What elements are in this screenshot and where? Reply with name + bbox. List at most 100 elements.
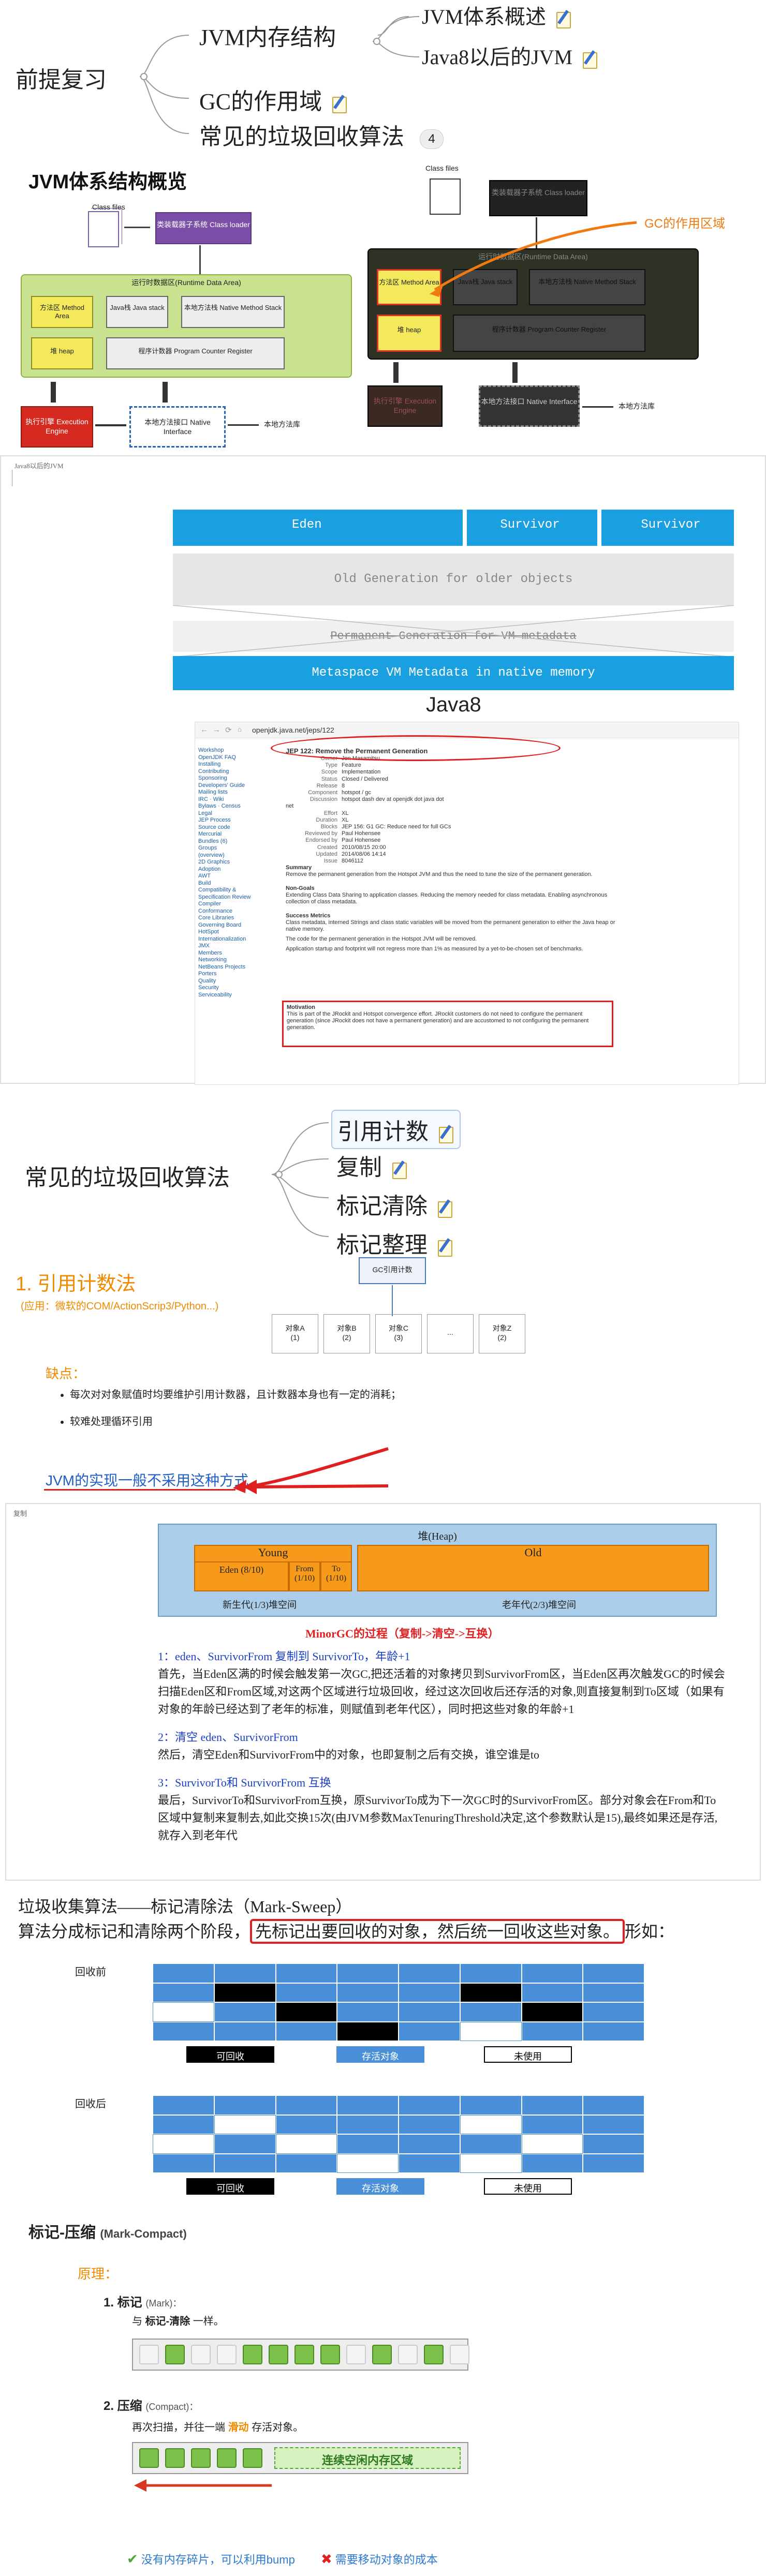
meta-row: Status Closed / Delivered: [321, 776, 388, 782]
sidebar-link[interactable]: Governing Board: [198, 922, 255, 929]
mindmap2-item-mark-compact[interactable]: 标记整理: [336, 1226, 453, 1259]
memory-block: [294, 2345, 314, 2364]
memory-cell: [521, 1963, 583, 1983]
forward-icon[interactable]: →: [213, 725, 220, 734]
sidebar-link[interactable]: Compatibility & Specification Review: [198, 887, 255, 901]
sidebar-link[interactable]: Compiler: [198, 901, 255, 908]
sidebar-link[interactable]: Groups: [198, 845, 255, 852]
object-ellipsis: ...: [427, 1314, 474, 1353]
jvm-overview-title: JVM体系结构概览: [28, 171, 187, 193]
sidebar-link[interactable]: Mailing lists: [198, 789, 255, 796]
step2-heading: 2. 压缩 (Compact)：: [104, 2399, 199, 2413]
runtime-data-area-label: 运行时数据区(Runtime Data Area): [131, 278, 241, 287]
mindmap2-item-refcount[interactable]: 引用计数: [331, 1110, 461, 1149]
young-caption: 新生代(1/3)堆空间: [223, 1600, 297, 1610]
memory-block: [372, 2345, 392, 2364]
count-badge[interactable]: 4: [420, 129, 444, 149]
sidebar-link[interactable]: Workshop: [198, 747, 255, 754]
memory-cell: [214, 2153, 276, 2173]
memory-cell: [460, 2115, 522, 2134]
memory-cell: [214, 2115, 276, 2134]
sidebar-link[interactable]: Installing: [198, 761, 255, 768]
mark-sweep-highlight: 先标记出要回收的对象，然后统一回收这些对象。: [250, 1919, 625, 1944]
arrow-left: [582, 406, 613, 408]
sidebar-link[interactable]: Core Libraries: [198, 915, 255, 922]
sidebar-link[interactable]: Contributing: [198, 768, 255, 776]
home-icon[interactable]: ⌂: [238, 725, 242, 733]
memory-cell: [521, 1983, 583, 2002]
sidebar-link[interactable]: (overview): [198, 852, 255, 859]
mindmap-branch-gc-algorithms[interactable]: 常见的垃圾回收算法 4: [199, 118, 444, 151]
reload-icon[interactable]: ⟳: [225, 725, 232, 735]
arrow-right: [124, 227, 150, 228]
memory-cell: [583, 2021, 644, 2041]
mindmap-branch-jvm-memory[interactable]: JVM内存结构: [199, 19, 336, 52]
native-stack-box: 本地方法栈 Native Method Stack: [181, 296, 285, 328]
mark-bar: [132, 2339, 469, 2371]
memory-block: [346, 2345, 366, 2364]
sidebar-link[interactable]: OpenJDK FAQ: [198, 754, 255, 762]
memory-cell: [460, 2021, 522, 2041]
sidebar-link[interactable]: Adoption: [198, 866, 255, 873]
sidebar-link[interactable]: Sponsoring: [198, 775, 255, 782]
sidebar-link[interactable]: Members: [198, 950, 255, 957]
refcount-subtitle: (应用：微软的COM/ActionScrip3/Python...): [21, 1301, 219, 1312]
mindmap-branch-gc-scope[interactable]: GC的作用域: [199, 83, 348, 116]
memory-cell: [275, 2002, 337, 2022]
before-label: 回收前: [75, 1967, 106, 1978]
heap-title: 堆(Heap): [418, 1531, 457, 1542]
sidebar-link[interactable]: AWT: [198, 873, 255, 880]
execution-engine-box: 执行引擎 Execution Engine: [21, 406, 93, 448]
sidebar-link[interactable]: Porters: [198, 971, 255, 978]
sidebar-link[interactable]: JEP Process: [198, 817, 255, 824]
sidebar-link[interactable]: HotSpot: [198, 929, 255, 936]
survivor-region-1: Survivor: [500, 518, 560, 532]
memory-cell: [399, 2115, 460, 2134]
mindmap2-item-copy[interactable]: 复制: [336, 1149, 408, 1182]
class-files-icon: [430, 178, 461, 215]
jep-sidebar: Workshop OpenJDK FAQ Installing Contributin…: [198, 747, 255, 999]
object-z: 对象Z (2): [479, 1314, 525, 1353]
back-icon[interactable]: ←: [200, 725, 208, 734]
sidebar-link[interactable]: Internationalization: [198, 936, 255, 943]
sidebar-link[interactable]: Networking: [198, 957, 255, 964]
sidebar-link[interactable]: Mercurial: [198, 831, 255, 838]
memory-cell: [399, 1983, 460, 2002]
divider: [597, 510, 601, 546]
mindmap-sub-connectors: [373, 16, 420, 57]
memory-cell: [153, 2115, 214, 2134]
mark-compact-title-cn: 标记-压缩: [28, 2224, 96, 2241]
java-stack-box: Java栈 Java stack: [106, 296, 168, 328]
sidebar-link[interactable]: JMX: [198, 943, 255, 950]
sidebar-link[interactable]: Serviceability: [198, 992, 255, 999]
sidebar-link[interactable]: Developers' Guide: [198, 782, 255, 790]
sidebar-link[interactable]: 2D Graphics: [198, 859, 255, 866]
sidebar-link[interactable]: Build: [198, 880, 255, 887]
sidebar-link[interactable]: Quality: [198, 978, 255, 985]
mindmap-sub-java8-jvm[interactable]: Java8以后的JVM: [422, 40, 598, 70]
meta-row: Effort XL: [323, 810, 349, 816]
memory-cell: [521, 2153, 583, 2173]
step3-title: 3：SurvivorTo和 SurvivorFrom 互换: [158, 1776, 331, 1789]
note-icon: [390, 1161, 408, 1179]
sidebar-link[interactable]: NetBeans Projects: [198, 964, 255, 971]
class-files-icon: [88, 211, 119, 247]
object-a: 对象A (1): [272, 1314, 318, 1353]
sidebar-link[interactable]: Conformance: [198, 908, 255, 915]
mindmap2-root: 常见的垃圾回收算法: [25, 1165, 230, 1190]
mindmap-sub-jvm-overview[interactable]: JVM体系概述: [422, 0, 572, 30]
memory-cell: [275, 1963, 337, 1983]
sidebar-link[interactable]: IRC · Wiki: [198, 796, 255, 803]
sidebar-link[interactable]: Bundles (6): [198, 838, 255, 845]
note-icon: [554, 10, 572, 28]
address-bar[interactable]: openjdk.java.net/jeps/122: [252, 726, 334, 734]
sidebar-link[interactable]: Bylaws · Census: [198, 803, 255, 810]
memory-cell: [399, 2153, 460, 2173]
sidebar-link[interactable]: Security: [198, 985, 255, 992]
mark-compact-title-en: (Mark-Compact): [100, 2227, 187, 2240]
memory-block: [139, 2345, 159, 2364]
mindmap2-item-mark-sweep[interactable]: 标记清除: [336, 1187, 453, 1220]
memory-block: [217, 2448, 237, 2468]
sidebar-link[interactable]: Legal: [198, 810, 255, 817]
sidebar-link[interactable]: Source code: [198, 824, 255, 831]
